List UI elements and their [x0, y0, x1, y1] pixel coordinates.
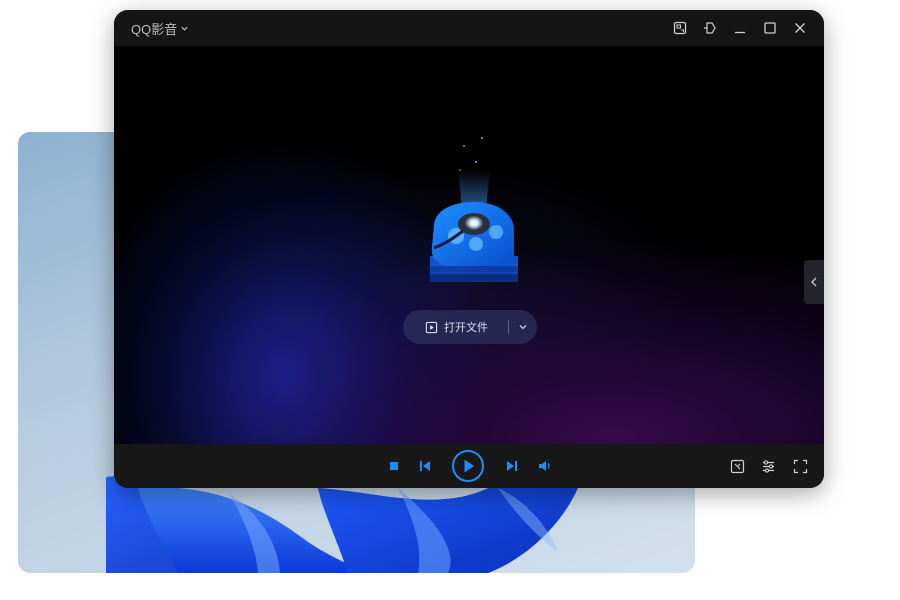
stop-button[interactable] [384, 444, 404, 488]
stop-icon [390, 462, 398, 470]
qq-player-logo [430, 137, 518, 282]
fullscreen-icon [793, 459, 807, 473]
screenshot-icon [673, 21, 687, 35]
previous-icon [419, 461, 430, 471]
maximize-icon [764, 22, 776, 34]
pin-button[interactable] [698, 16, 722, 40]
video-edit-icon [730, 459, 744, 473]
open-file-dropdown[interactable] [509, 310, 537, 344]
window-controls [668, 16, 812, 40]
control-bar [114, 444, 824, 488]
close-icon [795, 23, 805, 33]
chevron-left-icon [811, 277, 817, 287]
pin-icon [704, 22, 716, 34]
video-edit-button[interactable] [726, 444, 748, 488]
next-button[interactable] [500, 444, 522, 488]
close-button[interactable] [788, 16, 812, 40]
minimize-icon [735, 31, 745, 34]
video-stage[interactable]: 打开文件 [114, 46, 824, 444]
play-icon [452, 450, 484, 482]
playlist-toggle[interactable] [804, 260, 824, 304]
open-file-control: 打开文件 [403, 310, 537, 344]
title-bar: QQ影音 [114, 10, 824, 46]
screenshot-button[interactable] [668, 16, 692, 40]
minimize-button[interactable] [728, 16, 752, 40]
chevron-down-icon [519, 325, 527, 330]
maximize-button[interactable] [758, 16, 782, 40]
settings-button[interactable] [757, 444, 779, 488]
next-icon [506, 461, 517, 471]
chevron-down-icon [181, 26, 188, 31]
play-file-icon [425, 321, 438, 333]
settings-icon [762, 459, 774, 473]
volume-icon [539, 461, 550, 471]
player-window: QQ影音 打开文件 [114, 10, 824, 488]
app-menu-button[interactable]: QQ影音 [131, 19, 189, 38]
play-button[interactable] [450, 444, 486, 488]
volume-button[interactable] [534, 444, 556, 488]
open-file-label: 打开文件 [444, 321, 488, 334]
app-title: QQ影音 [131, 22, 178, 37]
fullscreen-button[interactable] [789, 444, 811, 488]
open-file-button[interactable]: 打开文件 [403, 310, 502, 344]
previous-button[interactable] [414, 444, 436, 488]
